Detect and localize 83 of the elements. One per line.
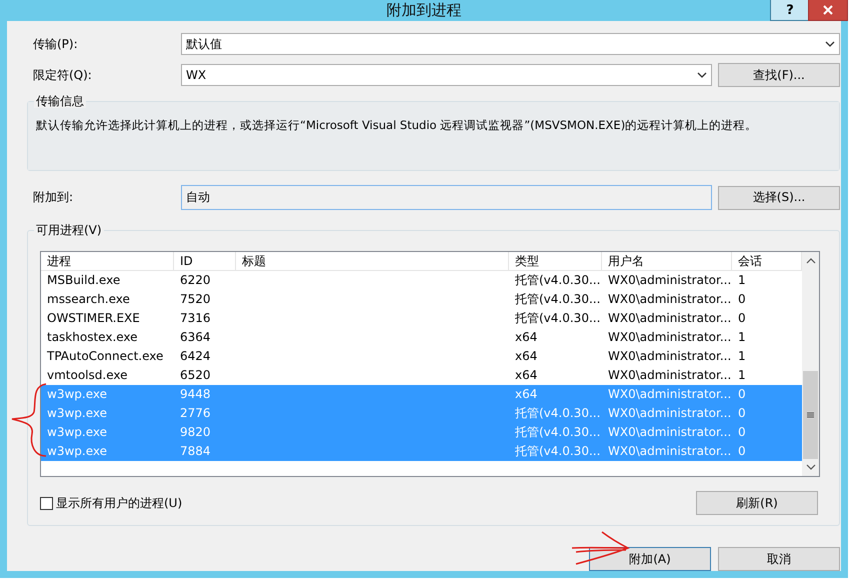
- field-label: 附加到:: [32, 189, 74, 206]
- table-cell-text: 7520: [179, 291, 212, 308]
- table-cell-text: w3wp.exe: [46, 424, 108, 441]
- table-cell-text: 7316: [179, 310, 212, 327]
- help-button[interactable]: ?: [770, 0, 810, 21]
- show-all-users-checkbox[interactable]: 显示所有用户的进程(U): [40, 494, 182, 512]
- table-cell-text: 托管(v4.0.30...: [514, 443, 602, 460]
- process-row[interactable]: vmtoolsd.exe 6520 x64 WX0\administrator... 1: [41, 366, 802, 385]
- table-cell-text: WX0\administrator...: [607, 272, 732, 289]
- table-cell-text: w3wp.exe: [46, 405, 108, 422]
- table-cell-text: 1: [737, 348, 747, 365]
- table-cell-text: 6520: [179, 367, 212, 384]
- table-cell-text: TPAutoConnect.exe: [46, 348, 164, 365]
- table-cell-text: vmtoolsd.exe: [46, 367, 128, 384]
- table-cell-text: x64: [514, 386, 538, 403]
- transport-dropdown[interactable]: 默认值: [181, 33, 840, 55]
- close-button[interactable]: [808, 0, 848, 21]
- table-cell-text: OWSTIMER.EXE: [46, 310, 141, 327]
- process-row[interactable]: OWSTIMER.EXE 7316 托管(v4.0.30... WX0\administrator... 0: [41, 309, 802, 328]
- table-cell-text: 0: [737, 386, 747, 403]
- process-row[interactable]: mssearch.exe 7520 托管(v4.0.30... WX0\administrator... 0: [41, 290, 802, 309]
- table-cell-text: 6364: [179, 329, 212, 346]
- table-cell-text: mssearch.exe: [46, 291, 131, 308]
- table-cell-text: 0: [737, 291, 747, 308]
- table-cell-text: WX0\administrator...: [607, 443, 732, 460]
- find-button[interactable]: 查找(F)...: [718, 63, 840, 87]
- close-icon: [823, 5, 833, 15]
- table-cell-text: WX0\administrator...: [607, 367, 732, 384]
- checkbox[interactable]: [40, 496, 53, 510]
- table-cell-text: 托管(v4.0.30...: [514, 310, 602, 327]
- table-cell-text: WX0\administrator...: [607, 310, 732, 327]
- grip-icon: [807, 412, 814, 418]
- table-cell-text: x64: [514, 348, 538, 365]
- attach-to-field[interactable]: 自动: [181, 185, 712, 210]
- table-cell-text: WX0\administrator...: [607, 291, 732, 308]
- column-header[interactable]: ID: [174, 252, 236, 271]
- refresh-button[interactable]: 刷新(R): [696, 491, 818, 515]
- table-cell-text: w3wp.exe: [46, 443, 108, 460]
- table-cell-text: 托管(v4.0.30...: [514, 291, 602, 308]
- scroll-thumb[interactable]: [803, 371, 818, 459]
- table-cell-text: 托管(v4.0.30...: [514, 405, 602, 422]
- process-row[interactable]: taskhostex.exe 6364 x64 WX0\administrator... 1: [41, 328, 802, 347]
- process-row[interactable]: TPAutoConnect.exe 6424 x64 WX0\administrator... 1: [41, 347, 802, 366]
- table-cell-text: 0: [737, 310, 747, 327]
- table-cell-text: WX0\administrator...: [607, 386, 732, 403]
- table-cell-text: 2776: [179, 405, 212, 422]
- table-cell-text: 0: [737, 405, 747, 422]
- table-cell-text: w3wp.exe: [46, 386, 108, 403]
- table-cell-text: 0: [737, 443, 747, 460]
- dialog-button[interactable]: 附加(A): [589, 547, 711, 571]
- table-cell-text: 9820: [179, 424, 212, 441]
- table-cell-text: 托管(v4.0.30...: [514, 424, 602, 441]
- table-cell-text: WX0\administrator...: [607, 348, 732, 365]
- field-label: 传输(P):: [32, 36, 79, 52]
- table-cell-text: 1: [737, 367, 747, 384]
- table-cell-text: 1: [737, 272, 747, 289]
- scrollbar[interactable]: [802, 252, 819, 476]
- table-cell-text: 6424: [179, 348, 212, 365]
- column-header[interactable]: 标题: [236, 252, 509, 271]
- table-cell-text: 7884: [179, 443, 212, 460]
- table-cell-text: 1: [737, 329, 747, 346]
- column-header[interactable]: 进程: [41, 252, 174, 271]
- field-label: 限定符(Q):: [32, 66, 93, 84]
- column-header[interactable]: 类型: [509, 252, 602, 271]
- arrow-annotation: [570, 530, 630, 566]
- process-row[interactable]: MSBuild.exe 6220 托管(v4.0.30... WX0\administrator... 1: [41, 271, 802, 290]
- qualifier-dropdown[interactable]: WX: [181, 64, 712, 86]
- table-cell-text: x64: [514, 329, 538, 346]
- table-cell-text: 托管(v4.0.30...: [514, 272, 602, 289]
- table-cell-text: WX0\administrator...: [607, 424, 732, 441]
- table-cell-text: taskhostex.exe: [46, 329, 139, 346]
- table-cell-text: 0: [737, 424, 747, 441]
- select-button[interactable]: 选择(S)...: [718, 186, 840, 210]
- table-cell-text: 9448: [179, 386, 212, 403]
- table-cell-text: WX0\administrator...: [607, 405, 732, 422]
- dialog-button[interactable]: 取消: [718, 547, 840, 571]
- table-cell-text: 6220: [179, 272, 212, 289]
- table-cell-text: WX0\administrator...: [607, 329, 732, 346]
- column-header[interactable]: 用户名: [602, 252, 732, 271]
- table-cell-text: x64: [514, 367, 538, 384]
- window-title: 附加到进程: [386, 1, 462, 20]
- table-cell-text: MSBuild.exe: [46, 272, 122, 289]
- group-title: 可用进程(V): [34, 223, 104, 237]
